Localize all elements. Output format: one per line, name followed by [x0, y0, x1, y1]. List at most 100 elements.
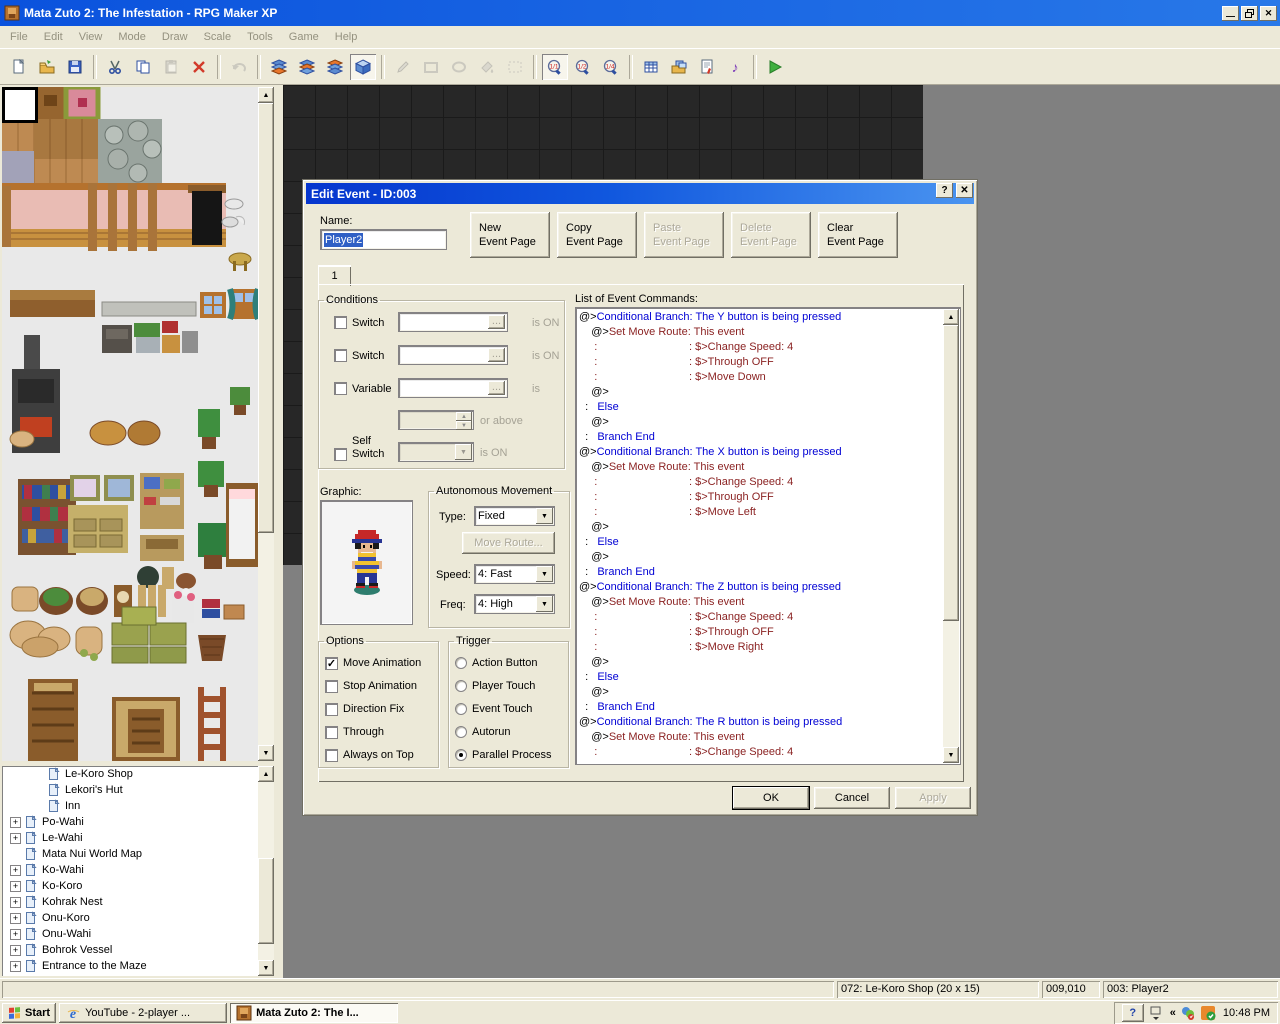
layer-1-button[interactable] [266, 54, 292, 80]
delete-button[interactable] [186, 54, 212, 80]
menu-item-file[interactable]: File [2, 28, 36, 46]
event-command-line[interactable]: : Branch End [579, 430, 960, 445]
layer-2-button[interactable] [294, 54, 320, 80]
select-button[interactable] [502, 54, 528, 80]
taskbar-task-inactive[interactable]: eYouTube - 2-player ... [59, 1003, 227, 1023]
tree-scroll-thumb[interactable] [258, 858, 274, 944]
variable-checkbox[interactable] [334, 382, 347, 395]
tree-item-inn[interactable]: Inn [2, 798, 258, 814]
taskbar-task-active[interactable]: Mata Zuto 2: The I... [230, 1003, 398, 1023]
event-command-line[interactable]: @> [579, 655, 960, 670]
event-command-line[interactable]: @>Conditional Branch: The X button is be… [579, 445, 960, 460]
menu-item-mode[interactable]: Mode [110, 28, 154, 46]
event-command-line[interactable]: : : $>Through OFF [579, 355, 960, 370]
event-command-line[interactable]: : : $>Through OFF [579, 625, 960, 640]
tray-help-icon[interactable]: ? [1122, 1004, 1144, 1022]
tree-item-entrance-to-the-maze[interactable]: +Entrance to the Maze [2, 958, 258, 974]
tree-item-bohrok-vessel[interactable]: +Bohrok Vessel [2, 942, 258, 958]
speed-dropdown[interactable]: 4: Fast ▼ [474, 564, 555, 584]
option-always-on-top[interactable]: Always on Top [325, 748, 438, 762]
event-page-tab-1[interactable]: 1 [318, 265, 351, 286]
new-event-page-button[interactable]: New Event Page [470, 212, 550, 258]
option-stop-animation[interactable]: Stop Animation [325, 679, 438, 693]
palette-scroll-thumb[interactable] [258, 103, 274, 533]
delete-event-page-button[interactable]: Delete Event Page [731, 212, 811, 258]
tree-item-kohrak-nest[interactable]: +Kohrak Nest [2, 894, 258, 910]
expand-icon[interactable]: + [10, 945, 21, 956]
tree-item-ko-wahi[interactable]: +Ko-Wahi [2, 862, 258, 878]
event-command-line[interactable]: @> [579, 385, 960, 400]
expand-icon[interactable]: + [10, 897, 21, 908]
trigger-event-touch[interactable]: Event Touch [455, 702, 568, 716]
event-command-line[interactable]: : Else [579, 400, 960, 415]
radio-icon[interactable] [455, 680, 467, 692]
expand-icon[interactable]: + [10, 913, 21, 924]
menu-item-game[interactable]: Game [281, 28, 327, 46]
messenger-tray-icon[interactable] [1180, 1005, 1196, 1021]
tree-scroll-up[interactable]: ▲ [258, 766, 274, 782]
zoom-1-1-button[interactable]: 1/1 [542, 54, 568, 80]
variable-value-spinner[interactable]: ▲ ▼ [398, 410, 474, 430]
restore-button[interactable] [1241, 6, 1258, 21]
undo-button[interactable] [226, 54, 252, 80]
tray-chevron[interactable]: « [1170, 1007, 1176, 1019]
commands-scroll-down[interactable]: ▼ [943, 747, 959, 763]
tree-item-onu-koro[interactable]: +Onu-Koro [2, 910, 258, 926]
event-command-line[interactable]: @> [579, 415, 960, 430]
event-command-line[interactable]: @>Conditional Branch: The R button is be… [579, 715, 960, 730]
radio-icon[interactable] [455, 703, 467, 715]
switch1-browse-button[interactable]: ... [488, 315, 505, 329]
speed-dropdown-arrow-icon[interactable]: ▼ [536, 566, 553, 582]
switch2-checkbox[interactable] [334, 349, 347, 362]
event-command-line[interactable]: @>Set Move Route: This event [579, 460, 960, 475]
expand-icon[interactable]: + [10, 833, 21, 844]
tree-item-le-wahi[interactable]: +Le-Wahi [2, 830, 258, 846]
sound-test-button[interactable]: ♪ [722, 54, 748, 80]
event-layer-button[interactable] [350, 54, 376, 80]
event-command-line[interactable]: : Else [579, 670, 960, 685]
event-command-line[interactable]: @>Conditional Branch: The Y button is be… [579, 310, 960, 325]
tree-item-onu-wahi[interactable]: +Onu-Wahi [2, 926, 258, 942]
self-switch-dropdown-arrow-icon[interactable]: ▼ [455, 444, 472, 460]
ok-button[interactable]: OK [733, 787, 809, 809]
menu-item-view[interactable]: View [71, 28, 111, 46]
menu-item-edit[interactable]: Edit [36, 28, 71, 46]
unchecked-checkbox-icon[interactable] [325, 703, 338, 716]
radio-icon[interactable] [455, 657, 467, 669]
tree-item-le-koro-shop[interactable]: Le-Koro Shop [2, 766, 258, 782]
tileset-palette[interactable] [2, 87, 258, 761]
commands-scroll-up[interactable]: ▲ [943, 309, 959, 325]
menu-item-draw[interactable]: Draw [154, 28, 196, 46]
self-switch-checkbox[interactable] [334, 448, 347, 461]
paste-event-page-button[interactable]: Paste Event Page [644, 212, 724, 258]
security-tray-icon[interactable] [1200, 1005, 1216, 1021]
copy-button[interactable] [130, 54, 156, 80]
event-command-line[interactable]: @>Set Move Route: This event [579, 595, 960, 610]
minimize-button[interactable]: — [1222, 6, 1239, 21]
palette-scroll-down[interactable]: ▼ [258, 745, 274, 761]
clock[interactable]: 10:48 PM [1223, 1007, 1270, 1019]
clear-event-page-button[interactable]: Clear Event Page [818, 212, 898, 258]
selected-radio-icon[interactable] [455, 749, 467, 761]
event-command-line[interactable]: : : $>Move Down [579, 370, 960, 385]
checked-checkbox-icon[interactable]: ✓ [325, 657, 338, 670]
tree-item-ko-koro[interactable]: +Ko-Koro [2, 878, 258, 894]
open-project-button[interactable] [34, 54, 60, 80]
event-command-line[interactable]: : : $>Change Speed: 4 [579, 745, 960, 760]
type-dropdown-arrow-icon[interactable]: ▼ [536, 508, 553, 524]
map-tree[interactable]: Le-Koro ShopLekori's HutInn+Po-Wahi+Le-W… [2, 766, 258, 976]
event-command-line[interactable]: : Else [579, 535, 960, 550]
freq-dropdown-arrow-icon[interactable]: ▼ [536, 596, 553, 612]
type-dropdown[interactable]: Fixed ▼ [474, 506, 555, 526]
dialog-close-button[interactable]: ✕ [956, 183, 973, 198]
event-command-line[interactable]: : : $>Through OFF [579, 490, 960, 505]
database-button[interactable] [638, 54, 664, 80]
cut-button[interactable] [102, 54, 128, 80]
option-move-animation[interactable]: ✓Move Animation [325, 656, 438, 670]
start-button[interactable]: Start [2, 1003, 56, 1023]
move-route-button[interactable]: Move Route... [462, 532, 555, 554]
switch1-input[interactable]: ... [398, 312, 508, 332]
event-command-line[interactable]: @> [579, 520, 960, 535]
zoom-1-4-button[interactable]: 1/4 [598, 54, 624, 80]
trigger-parallel-process[interactable]: Parallel Process [455, 748, 568, 762]
